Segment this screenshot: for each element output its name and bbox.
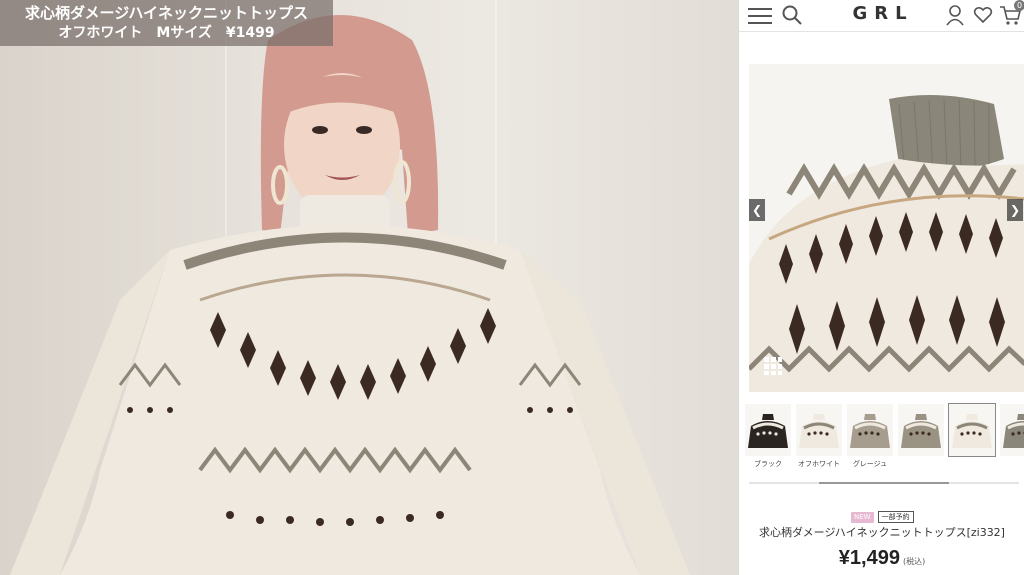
color-thumbnail-strip: ブラック オフホワイト グレージュ [739,398,1024,478]
grl-logo[interactable]: GRL [843,3,923,24]
prev-image-button[interactable]: ❮ [749,199,765,221]
sweater-thumbnail-image [898,404,944,456]
next-image-button[interactable]: ❯ [1007,199,1023,221]
product-name: 求心柄ダメージハイネックニットトップス[zi332] [759,526,1005,539]
shop-header: GRL 0 [739,0,1024,32]
new-badge: NEW [851,512,874,523]
sweater-thumbnail-image [745,404,791,456]
sweater-photo [749,64,1024,392]
color-thumbnail[interactable] [1000,404,1024,456]
color-thumbnail[interactable] [745,404,791,456]
product-main-image[interactable] [749,64,1024,392]
tax-note: (税込) [902,557,926,566]
sweater-thumbnail-image [1000,404,1024,456]
search-icon[interactable] [781,4,803,26]
shop-panel: GRL 0 ❮ ❯ ブラック オフホワイト グレージュ NEW 一部予約 求心柄… [738,0,1024,575]
product-caption: 求心柄ダメージハイネックニットトップス オフホワイト Mサイズ ¥1499 [0,0,333,46]
heart-icon[interactable] [973,5,993,25]
color-thumbnail[interactable] [796,404,842,456]
sweater-thumbnail-image [796,404,842,456]
thumbnail-scrollbar[interactable] [749,482,1019,484]
caption-color-size-price: オフホワイト Mサイズ ¥1499 [58,25,275,41]
product-price: ¥1,499 [838,547,900,569]
presenter-image [10,15,690,575]
cart-count-badge: 0 [1014,0,1024,11]
scrollbar-thumb[interactable] [819,482,949,484]
caption-product-name: 求心柄ダメージハイネックニットトップス [24,4,309,22]
color-thumbnail[interactable] [948,403,996,457]
badge-row: NEW 一部予約 [851,504,914,523]
color-thumbnail[interactable] [847,404,893,456]
thumbnail-label: ブラック [754,460,782,468]
thumbnail-label: オフホワイト [798,460,840,468]
price-row: ¥1,499 (税込) [739,547,1024,570]
grid-view-icon[interactable] [763,356,783,376]
preorder-badge: 一部予約 [877,511,914,523]
color-thumbnail[interactable] [898,404,944,456]
sweater-thumbnail-image [847,404,893,456]
sweater-thumbnail-image [949,404,995,456]
user-icon[interactable] [945,4,965,26]
menu-icon[interactable] [748,5,772,25]
video-frame: 求心柄ダメージハイネックニットトップス オフホワイト Mサイズ ¥1499 [0,0,738,575]
thumbnail-label: グレージュ [852,460,888,468]
